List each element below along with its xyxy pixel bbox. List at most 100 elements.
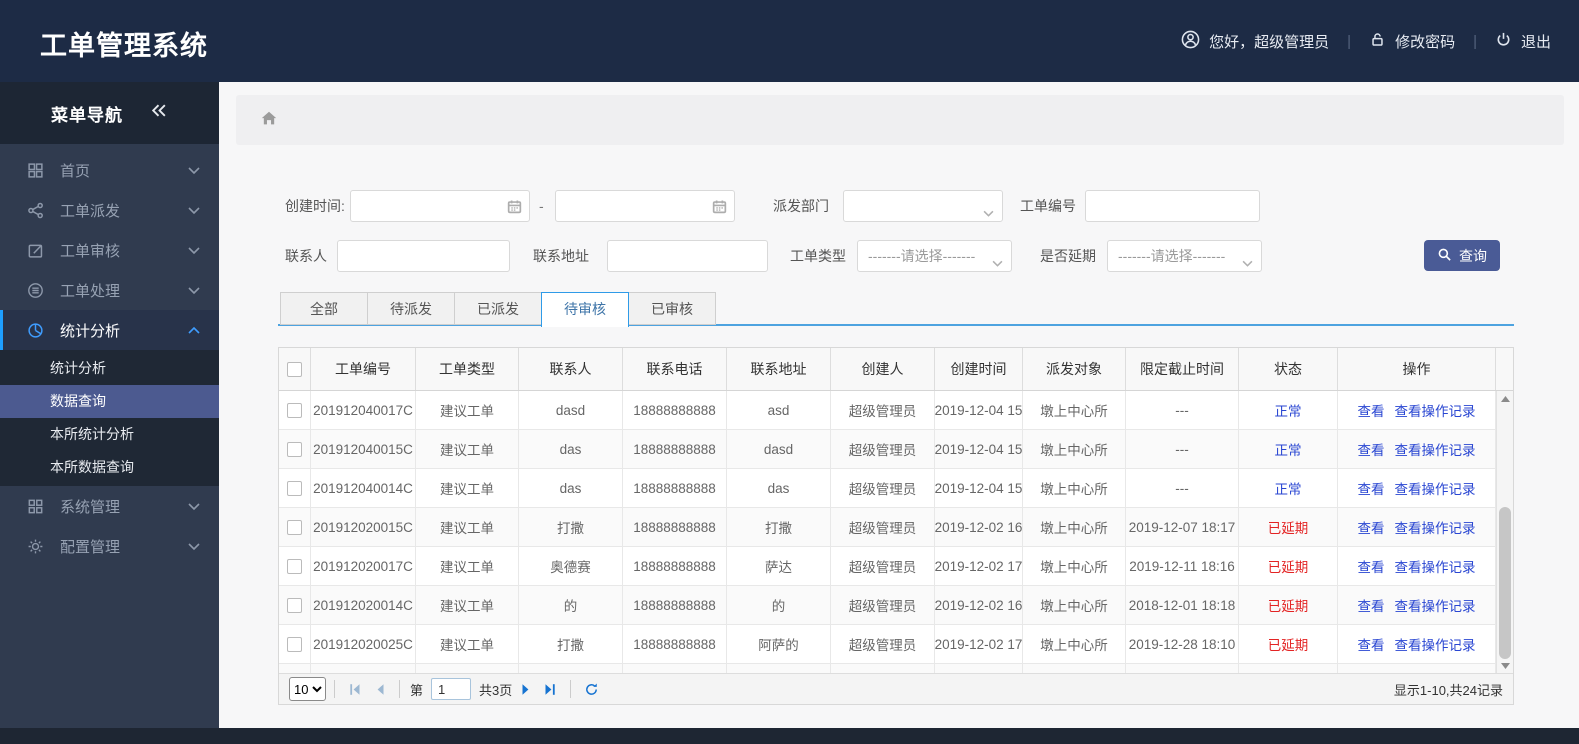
sidebar-item-系统管理[interactable]: 系统管理 [0, 486, 219, 526]
page-prefix: 第 [410, 682, 424, 698]
sidebar-item-首页[interactable]: 首页 [0, 150, 219, 190]
dispatch-dept-select[interactable] [843, 190, 1003, 222]
row-checkbox[interactable] [287, 402, 302, 418]
first-page-button[interactable] [343, 678, 367, 700]
logout-button[interactable]: 退出 [1495, 31, 1551, 52]
view-link[interactable]: 查看 [1358, 439, 1385, 459]
cell-create_time: 2019-12-02 17 [935, 547, 1023, 585]
contact-input[interactable] [338, 241, 509, 271]
pie-icon [27, 321, 45, 339]
search-button[interactable]: 查询 [1424, 240, 1500, 271]
last-page-button[interactable] [538, 678, 562, 700]
view-link[interactable]: 查看 [1358, 595, 1385, 615]
address-input[interactable] [608, 241, 767, 271]
view-log-link[interactable]: 查看操作记录 [1395, 517, 1476, 537]
sidebar-subitem-数据查询[interactable]: 数据查询 [0, 385, 219, 418]
collapse-sidebar-icon[interactable] [149, 101, 168, 125]
chevron-down-icon [1242, 254, 1253, 270]
sidebar-item-工单审核[interactable]: 工单审核 [0, 230, 219, 270]
cell-create_time: 2019-12-02 16 [935, 586, 1023, 624]
lock-icon [1369, 31, 1386, 52]
scrollbar-thumb[interactable] [1499, 507, 1511, 659]
home-icon[interactable] [260, 109, 278, 131]
delay-select[interactable]: -------请选择------- [1107, 240, 1262, 272]
view-link[interactable]: 查看 [1358, 634, 1385, 654]
sidebar-subitem-本所统计分析[interactable]: 本所统计分析 [0, 418, 219, 451]
calendar-icon[interactable] [506, 198, 523, 220]
tab-全部[interactable]: 全部 [280, 292, 368, 325]
change-password-button[interactable]: 修改密码 [1369, 31, 1455, 52]
cell-order_no: 201912020014C [311, 586, 416, 624]
sidebar-item-配置管理[interactable]: 配置管理 [0, 526, 219, 566]
order-no-field [1085, 190, 1260, 222]
search-icon [1437, 247, 1452, 265]
next-page-button[interactable] [514, 678, 538, 700]
column-header-创建时间: 创建时间 [935, 348, 1023, 390]
cell-target: 墩上中心所 [1023, 508, 1126, 546]
sidebar-item-label: 工单处理 [60, 282, 121, 300]
tab-待审核[interactable]: 待审核 [541, 292, 629, 327]
scroll-up-icon[interactable] [1497, 391, 1513, 407]
sidebar-item-工单处理[interactable]: 工单处理 [0, 270, 219, 310]
cell-type: 建议工单 [416, 430, 519, 468]
view-link[interactable]: 查看 [1358, 478, 1385, 498]
cell-target: 墩上中心所 [1023, 469, 1126, 507]
row-checkbox[interactable] [287, 597, 302, 613]
sidebar-subitem-统计分析[interactable]: 统计分析 [0, 352, 219, 385]
create-time-start-input[interactable] [351, 191, 529, 221]
view-log-link[interactable]: 查看操作记录 [1395, 556, 1476, 576]
cell-creator: 超级管理员 [831, 430, 935, 468]
tab-待派发[interactable]: 待派发 [367, 292, 455, 325]
vertical-scrollbar[interactable] [1496, 391, 1513, 674]
cell-contact: das [519, 430, 623, 468]
table-row: 201912040015C 建议工单 das 18888888888 dasd 超级管理员… [279, 430, 1496, 469]
table-row: 201912020025C 建议工单 打撒 18888888888 阿萨的 超级管理员 20… [279, 625, 1496, 664]
view-link[interactable]: 查看 [1358, 400, 1385, 420]
row-checkbox[interactable] [287, 480, 302, 496]
page-size-select[interactable]: 10 [289, 677, 326, 701]
view-log-link[interactable]: 查看操作记录 [1395, 439, 1476, 459]
power-icon [1495, 31, 1512, 52]
view-log-link[interactable]: 查看操作记录 [1395, 634, 1476, 654]
create-time-end-input[interactable] [556, 191, 734, 221]
process-icon [27, 281, 45, 299]
user-greeting[interactable]: 您好，超级管理员 [1181, 30, 1329, 53]
cell-target: 墩上中心所 [1023, 547, 1126, 585]
order-no-input[interactable] [1086, 191, 1259, 221]
column-header-工单类型: 工单类型 [416, 348, 519, 390]
view-log-link[interactable]: 查看操作记录 [1395, 595, 1476, 615]
prev-page-button[interactable] [367, 678, 391, 700]
cell-operations: 查看 查看操作记录 [1338, 625, 1496, 663]
tab-已派发[interactable]: 已派发 [454, 292, 542, 325]
row-checkbox[interactable] [287, 519, 302, 535]
scroll-down-icon[interactable] [1497, 658, 1513, 674]
cell-address: 阿萨的 [727, 625, 831, 663]
sidebar-item-label: 工单派发 [60, 202, 121, 220]
header-filler [1496, 348, 1513, 390]
row-checkbox[interactable] [287, 558, 302, 574]
calendar-icon[interactable] [711, 198, 728, 220]
tab-已审核[interactable]: 已审核 [628, 292, 716, 325]
cell-create_time: 2019-12-04 15 [935, 430, 1023, 468]
column-header-联系人: 联系人 [519, 348, 623, 390]
sidebar-item-工单派发[interactable]: 工单派发 [0, 190, 219, 230]
view-log-link[interactable]: 查看操作记录 [1395, 478, 1476, 498]
sidebar-subitem-本所数据查询[interactable]: 本所数据查询 [0, 451, 219, 484]
cell-contact: das [519, 469, 623, 507]
refresh-button[interactable] [579, 678, 603, 700]
cell-status: 正常 [1239, 430, 1338, 468]
page-number-input[interactable] [431, 678, 472, 700]
row-checkbox-cell [279, 586, 311, 624]
app-title: 工单管理系统 [40, 31, 208, 61]
row-checkbox[interactable] [287, 441, 302, 457]
sidebar-submenu: 统计分析 数据查询 本所统计分析 本所数据查询 [0, 350, 219, 486]
sidebar-item-统计分析[interactable]: 统计分析 [0, 310, 219, 350]
chevron-down-icon [187, 242, 201, 259]
order-type-select[interactable]: -------请选择------- [857, 240, 1012, 272]
select-all-checkbox[interactable] [287, 361, 302, 377]
row-checkbox[interactable] [287, 636, 302, 652]
view-log-link[interactable]: 查看操作记录 [1395, 400, 1476, 420]
view-link[interactable]: 查看 [1358, 517, 1385, 537]
cell-target: 墩上中心所 [1023, 625, 1126, 663]
view-link[interactable]: 查看 [1358, 556, 1385, 576]
